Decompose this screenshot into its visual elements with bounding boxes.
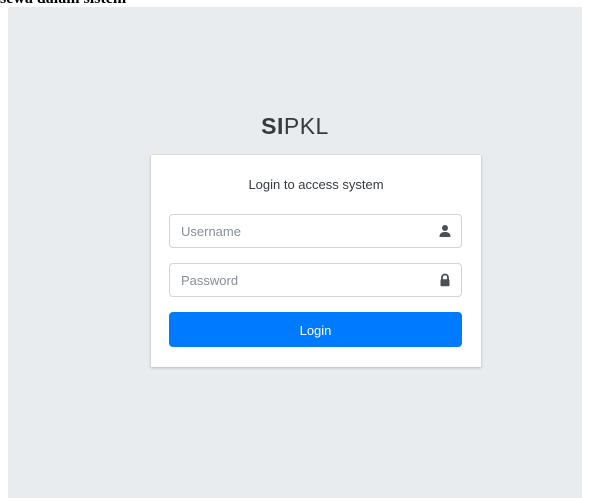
brand-logo: SIPKL [8,111,582,141]
brand-strong: SI [261,113,284,139]
password-input[interactable] [170,264,425,296]
brand-light: PKL [283,113,329,139]
login-button[interactable]: Login [169,312,462,347]
username-field [169,214,462,248]
user-icon [438,224,452,238]
login-screen: SIPKL Login to access system Login [8,7,582,498]
password-field [169,263,462,297]
username-input[interactable] [170,215,425,247]
login-card: Login to access system Login [151,155,481,367]
lock-icon [438,273,452,287]
login-box-message: Login to access system [248,177,384,192]
